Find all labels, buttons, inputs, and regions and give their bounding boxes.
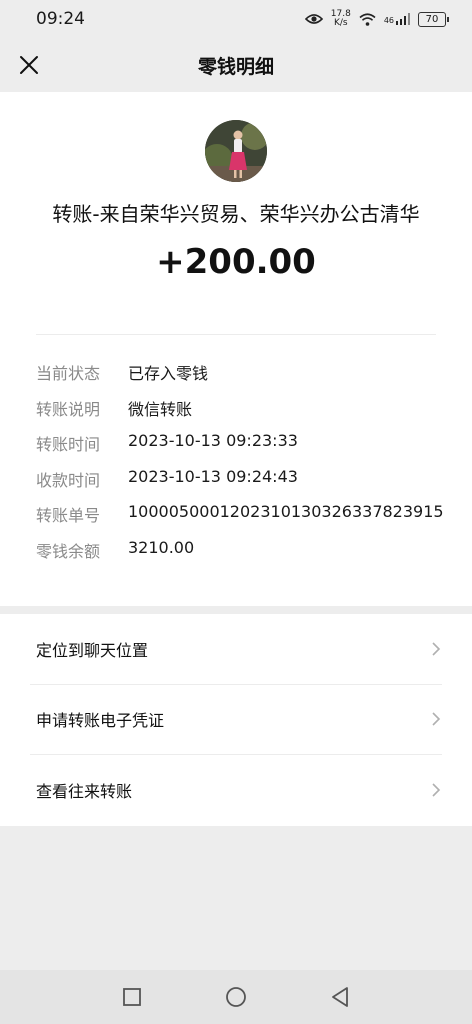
avatar — [205, 120, 267, 182]
status-bar: 09:24 17.8 K/s 46 70 — [0, 0, 472, 38]
network-speed: 17.8 K/s — [331, 10, 351, 28]
transfer-source: 转账-来自荣华兴贸易、荣华兴办公古清华 — [52, 202, 420, 226]
divider — [36, 334, 436, 335]
detail-value: 微信转账 — [128, 399, 193, 419]
close-icon — [20, 56, 38, 74]
back-button[interactable] — [328, 985, 352, 1009]
actions-list: 定位到聊天位置 申请转账电子凭证 查看往来转账 — [0, 614, 472, 826]
system-nav-bar — [0, 970, 472, 1024]
detail-label: 转账时间 — [36, 435, 101, 455]
detail-row-receive-time: 收款时间 2023-10-13 09:24:43 — [36, 467, 444, 503]
wifi-icon — [359, 12, 376, 26]
home-button[interactable] — [224, 985, 248, 1009]
signal-icon — [396, 13, 410, 25]
transfer-card: 转账-来自荣华兴贸易、荣华兴办公古清华 +200.00 当前状态 已存入零钱 转… — [0, 92, 472, 606]
eye-icon — [304, 14, 323, 24]
detail-row-description: 转账说明 微信转账 — [36, 396, 444, 432]
detail-value: 1000050001202310130326337823915 — [128, 502, 444, 522]
detail-row-transfer-time: 转账时间 2023-10-13 09:23:33 — [36, 431, 444, 467]
chevron-right-icon — [432, 712, 441, 726]
request-voucher-button[interactable]: 申请转账电子凭证 — [30, 685, 442, 756]
action-label: 申请转账电子凭证 — [36, 711, 165, 731]
triangle-back-icon — [332, 987, 348, 1007]
locate-chat-button[interactable]: 定位到聊天位置 — [30, 614, 442, 685]
chevron-right-icon — [432, 642, 441, 656]
close-button[interactable] — [14, 50, 44, 80]
nav-bar: 零钱明细 — [0, 38, 472, 92]
detail-value: 3210.00 — [128, 537, 195, 557]
detail-label: 转账说明 — [36, 399, 101, 419]
square-icon — [123, 988, 141, 1006]
detail-row-balance: 零钱余额 3210.00 — [36, 538, 444, 574]
recents-button[interactable] — [120, 985, 144, 1009]
detail-value: 2023-10-13 09:24:43 — [128, 466, 298, 486]
detail-value: 2023-10-13 09:23:33 — [128, 431, 298, 451]
speed-unit: K/s — [333, 18, 348, 28]
detail-label: 零钱余额 — [36, 541, 101, 561]
detail-row-status: 当前状态 已存入零钱 — [36, 360, 444, 396]
transfer-amount: +200.00 — [156, 242, 316, 282]
action-label: 查看往来转账 — [36, 782, 133, 802]
detail-label: 当前状态 — [36, 364, 101, 383]
detail-row-order-number: 转账单号 1000050001202310130326337823915 — [36, 502, 444, 538]
page-title: 零钱明细 — [197, 55, 274, 78]
status-time: 09:24 — [36, 9, 85, 29]
network-type: 46 — [383, 16, 394, 25]
detail-label: 收款时间 — [36, 470, 101, 490]
detail-label: 转账单号 — [36, 506, 101, 526]
battery-icon: 70 — [418, 11, 449, 27]
action-label: 定位到聊天位置 — [36, 640, 149, 660]
battery-level: 70 — [425, 13, 439, 25]
chevron-right-icon — [432, 783, 441, 798]
circle-icon — [226, 987, 246, 1007]
status-icons: 17.8 K/s 46 70 — [304, 10, 449, 28]
detail-value: 已存入零钱 — [128, 364, 209, 383]
details-list: 当前状态 已存入零钱 转账说明 微信转账 转账时间 2023-10-13 09:… — [36, 360, 444, 574]
view-transfers-button[interactable]: 查看往来转账 — [30, 755, 442, 826]
